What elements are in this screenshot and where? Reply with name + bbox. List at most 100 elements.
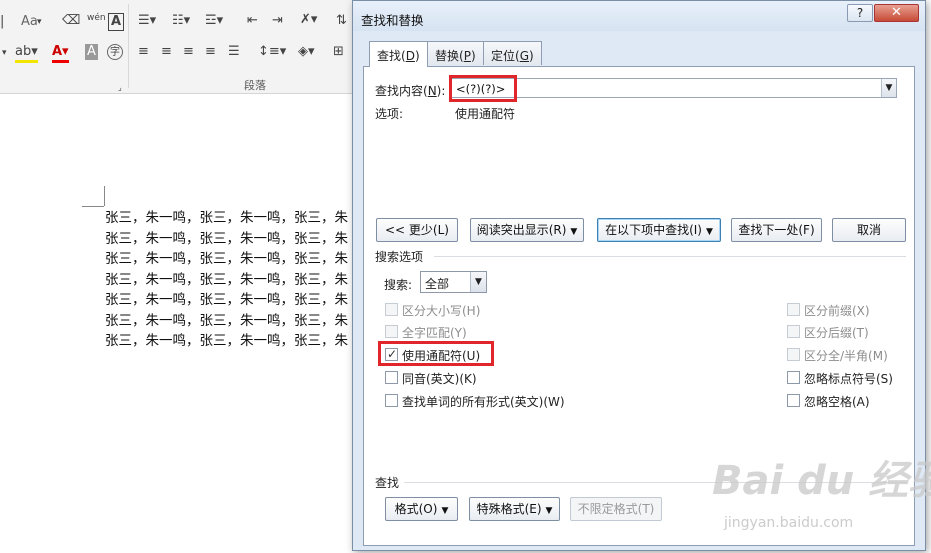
options-label: 选项:	[375, 107, 404, 121]
sounds-like-checkbox[interactable]	[385, 371, 398, 384]
doc-line[interactable]: 张三，朱一鸣，张三，朱一鸣，张三，朱	[105, 208, 348, 229]
ignore-punct-label: 忽略标点符号(S)	[804, 372, 893, 386]
align-center-icon[interactable]: ≡	[161, 44, 172, 60]
margin-marker	[82, 206, 104, 207]
chevron-down-icon: ▼	[705, 227, 713, 237]
checkmark-icon: ✓	[387, 347, 398, 361]
highlight-color-icon[interactable]: ab▾	[15, 44, 38, 63]
search-options-label: 搜索选项	[375, 250, 424, 264]
match-case-label: 区分大小写(H)	[402, 304, 481, 318]
ignore-punct-checkbox[interactable]	[787, 371, 800, 384]
baidu-watermark-url: jingyan.baidu.com	[724, 515, 854, 531]
reading-highlight-label: 阅读突出显示(R)	[476, 223, 567, 237]
line-spacing-icon[interactable]: ↕≡▾	[258, 44, 286, 60]
dropdown-icon[interactable]: ▾	[37, 14, 42, 30]
group-divider	[434, 256, 906, 257]
find-what-label: 查找内容(N):	[375, 82, 445, 99]
change-case-icon[interactable]: Aa	[21, 14, 38, 30]
doc-line[interactable]: 张三，朱一鸣，张三，朱一鸣，张三，朱	[105, 249, 348, 270]
numbering-icon[interactable]: ☷▾	[172, 13, 190, 29]
all-word-forms-checkbox[interactable]	[385, 394, 398, 407]
doc-line[interactable]: 张三，朱一鸣，张三，朱一鸣，张三，朱	[105, 331, 348, 352]
chevron-down-icon[interactable]: ▼	[881, 79, 896, 97]
paragraph-group-label: 段落	[244, 79, 266, 92]
chevron-down-icon[interactable]: ▼	[470, 272, 486, 292]
doc-line[interactable]: 张三，朱一鸣，张三，朱一鸣，张三，朱	[105, 290, 348, 311]
enclose-char-icon[interactable]: 字	[107, 44, 123, 60]
find-next-button[interactable]: 查找下一处(F)	[731, 218, 822, 242]
whole-word-checkbox[interactable]	[385, 325, 398, 338]
search-direction-label: 搜索:	[384, 278, 413, 292]
ignore-space-label: 忽略空格(A)	[804, 395, 870, 409]
dialog-launcher-icon[interactable]: ⌟	[118, 80, 122, 96]
cancel-button[interactable]: 取消	[832, 218, 906, 242]
options-value: 使用通配符	[455, 107, 516, 121]
increase-indent-icon[interactable]: ⇥	[272, 13, 283, 29]
less-button[interactable]: << 更少(L)	[376, 218, 458, 242]
borders-icon[interactable]: ⊞	[333, 44, 344, 60]
special-button[interactable]: 特殊格式(E) ▼	[469, 497, 560, 521]
dropdown-icon[interactable]: ▾	[2, 45, 7, 61]
use-wildcards-checkbox[interactable]: ✓	[385, 347, 398, 361]
no-formatting-button[interactable]: 不限定格式(T)	[570, 497, 662, 521]
search-direction-value: 全部	[425, 277, 450, 291]
decrease-indent-icon[interactable]: ⇤	[247, 13, 258, 29]
tab-label-suffix: )	[414, 49, 420, 63]
word-ribbon: | Aa ▾ ⌫ wén A ☰▾ ☷▾ ☲▾ ⇤ ⇥ ✗▾ ⇅ ▾ ab▾ A…	[0, 0, 360, 94]
find-what-suffix: ):	[436, 84, 446, 98]
tab-replace[interactable]: 替换(P)	[427, 41, 484, 65]
search-direction-select[interactable]: 全部 ▼	[420, 271, 487, 293]
find-in-button[interactable]: 在以下项中查找(I) ▼	[597, 218, 721, 242]
tab-find[interactable]: 查找(D)	[369, 41, 428, 67]
shading-icon[interactable]: ◈▾	[298, 44, 315, 60]
dialog-titlebar[interactable]: 查找和替换 ? ✕	[353, 1, 925, 31]
text-direction-icon[interactable]: ✗▾	[300, 12, 317, 28]
font-color-icon[interactable]: A▾	[52, 44, 69, 63]
dialog-title: 查找和替换	[361, 13, 424, 28]
format-button[interactable]: 格式(O) ▼	[385, 497, 458, 521]
help-button[interactable]: ?	[847, 4, 873, 22]
tab-label: 查找(	[377, 49, 406, 63]
char-shading-icon[interactable]: A	[85, 44, 98, 60]
ribbon-separator-icon: |	[0, 14, 5, 29]
justify-icon[interactable]: ≡	[205, 44, 216, 60]
tab-accesskey: D	[405, 49, 415, 63]
match-case-checkbox[interactable]	[385, 303, 398, 316]
format-label: 格式(O)	[394, 502, 438, 516]
phonetic-guide-icon[interactable]: wén	[87, 10, 106, 26]
baidu-watermark: Bai du 经验	[712, 458, 931, 504]
doc-line[interactable]: 张三，朱一鸣，张三，朱一鸣，张三，朱	[105, 311, 348, 332]
char-border-icon[interactable]: A	[108, 13, 125, 31]
group-divider	[128, 4, 129, 88]
tab-accesskey: P	[463, 49, 471, 63]
sounds-like-label: 同音(英文)(K)	[402, 372, 477, 386]
find-what-input[interactable]	[456, 81, 876, 96]
ignore-space-checkbox[interactable]	[787, 394, 800, 407]
tab-label: 定位(	[491, 49, 520, 63]
close-button[interactable]: ✕	[874, 4, 919, 22]
find-what-combobox[interactable]: ▼	[451, 78, 897, 98]
whole-word-label: 全字匹配(Y)	[402, 326, 467, 340]
chevron-down-icon: ▼	[570, 227, 578, 237]
clear-format-icon[interactable]: ⌫	[62, 13, 80, 29]
tab-accesskey: G	[519, 49, 529, 63]
sort-icon[interactable]: ⇅	[336, 13, 347, 29]
doc-line[interactable]: 张三，朱一鸣，张三，朱一鸣，张三，朱	[105, 270, 348, 291]
reading-highlight-button[interactable]: 阅读突出显示(R) ▼	[470, 218, 584, 242]
tab-goto[interactable]: 定位(G)	[483, 41, 542, 65]
align-left-icon[interactable]: ≡	[138, 44, 149, 60]
chevron-down-icon: ▼	[545, 506, 553, 516]
chevron-down-icon: ▼	[441, 506, 449, 516]
find-in-label: 在以下项中查找(I)	[605, 223, 702, 237]
doc-line[interactable]: 张三，朱一鸣，张三，朱一鸣，张三，朱	[105, 229, 348, 250]
tab-label-suffix: )	[529, 49, 534, 63]
multilevel-list-icon[interactable]: ☲▾	[205, 13, 223, 29]
bullets-icon[interactable]: ☰▾	[138, 13, 156, 29]
find-what-text: 查找内容(	[375, 84, 428, 98]
match-suffix-checkbox[interactable]	[787, 325, 800, 338]
match-width-checkbox[interactable]	[787, 348, 800, 361]
distributed-icon[interactable]: ☰	[228, 44, 240, 60]
tab-label-suffix: )	[470, 49, 476, 63]
align-right-icon[interactable]: ≡	[183, 44, 194, 60]
match-prefix-checkbox[interactable]	[787, 303, 800, 316]
